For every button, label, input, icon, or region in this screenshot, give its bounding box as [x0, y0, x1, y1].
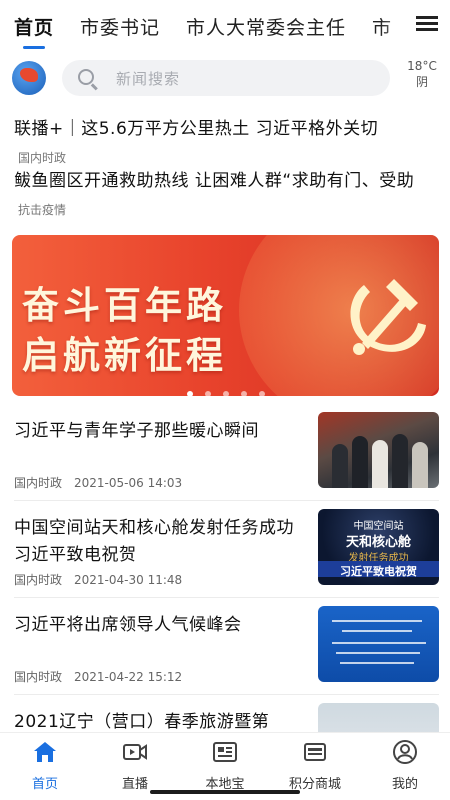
news-tag: 国内时政	[14, 573, 63, 587]
news-item[interactable]: 中国空间站天和核心舱发射任务成功 习近平致电祝贺 国内时政 2021-04-30 …	[0, 509, 450, 605]
hammer-sickle-emblem-icon	[350, 279, 426, 355]
thumb-caption-top: 中国空间站	[353, 521, 404, 532]
app-logo-icon[interactable]	[12, 61, 46, 95]
banner-carousel[interactable]: 奋斗百年路 启航新征程	[12, 235, 439, 396]
headline-tag: 国内时政	[18, 151, 67, 165]
news-meta: 国内时政 2021-05-06 14:03	[14, 474, 182, 491]
news-title: 中国空间站天和核心舱发射任务成功 习近平致电祝贺	[14, 518, 294, 565]
search-placeholder: 新闻搜索	[116, 70, 181, 88]
bottom-tab-mine[interactable]: 我的	[360, 733, 450, 800]
video-icon	[123, 744, 147, 760]
carousel-dot[interactable]	[240, 391, 247, 396]
store-icon	[304, 743, 326, 761]
tab-npc-director[interactable]: 市人大常委会主任	[186, 13, 346, 40]
headline-tag: 抗击疫情	[18, 203, 67, 217]
news-thumbnail: 中国空间站 天和核心舱 发射任务成功 习近平致电祝贺	[318, 509, 439, 585]
news-meta: 国内时政 2021-04-22 15:12	[14, 668, 182, 685]
news-date: 2021-04-30 11:48	[74, 573, 183, 587]
channel-tabs: 首页 市委书记 市人大常委会主任 市	[0, 0, 450, 52]
newspaper-icon	[213, 742, 237, 762]
carousel-dots	[12, 382, 439, 396]
search-row: 新闻搜索 18°C 阴	[0, 56, 450, 100]
user-icon	[393, 740, 417, 764]
thumb-caption-strip: 习近平致电祝贺	[340, 565, 417, 578]
weather-widget[interactable]: 18°C 阴	[400, 58, 444, 90]
news-meta: 国内时政 2021-04-30 11:48	[14, 571, 182, 588]
carousel-dot[interactable]	[186, 391, 193, 396]
tab-fade-overlay	[380, 0, 420, 52]
bottom-tab-label: 首页	[31, 777, 58, 792]
headline-item[interactable]: 联播+｜这5.6万平方公里热土 习近平格外关切 国内时政	[14, 114, 444, 166]
bottom-tab-label: 我的	[391, 777, 418, 792]
weather-condition: 阴	[415, 75, 428, 89]
news-date: 2021-05-06 14:03	[74, 476, 183, 490]
news-thumbnail	[318, 606, 439, 682]
news-title: 习近平将出席领导人气候峰会	[14, 615, 242, 635]
carousel-dot[interactable]	[222, 391, 229, 396]
news-item[interactable]: 习近平将出席领导人气候峰会 国内时政 2021-04-22 15:12	[0, 606, 450, 702]
news-date: 2021-04-22 15:12	[74, 670, 183, 684]
bottom-tab-home[interactable]: 首页	[0, 733, 90, 800]
channel-menu-icon[interactable]	[416, 16, 438, 34]
divider	[14, 500, 439, 501]
carousel-dot[interactable]	[258, 391, 265, 396]
banner-line2: 启航新征程	[22, 334, 227, 377]
home-indicator	[150, 790, 300, 794]
news-title: 习近平与青年学子那些暖心瞬间	[14, 421, 259, 441]
news-thumbnail	[318, 412, 439, 488]
thumb-caption-mid: 天和核心舱	[345, 535, 411, 550]
home-icon	[34, 742, 56, 762]
divider	[14, 597, 439, 598]
carousel-dot[interactable]	[204, 391, 211, 396]
tab-party-secretary[interactable]: 市委书记	[80, 13, 160, 40]
banner-line1: 奋斗百年路	[22, 284, 227, 327]
headline-title: 联播+｜这5.6万平方公里热土 习近平格外关切	[14, 119, 379, 139]
headline-item[interactable]: 鲅鱼圈区开通救助热线 让困难人群“求助有门、受助 抗击疫情	[14, 166, 444, 218]
weather-temp: 18°C	[407, 59, 437, 73]
search-icon	[78, 69, 94, 85]
tab-home[interactable]: 首页	[14, 13, 54, 40]
headline-title: 鲅鱼圈区开通救助热线 让困难人群“求助有门、受助	[14, 171, 415, 191]
news-item[interactable]: 习近平与青年学子那些暖心瞬间 国内时政 2021-05-06 14:03	[0, 412, 450, 508]
search-input[interactable]: 新闻搜索	[62, 60, 390, 96]
divider	[14, 694, 439, 695]
news-tag: 国内时政	[14, 476, 63, 490]
news-tag: 国内时政	[14, 670, 63, 684]
